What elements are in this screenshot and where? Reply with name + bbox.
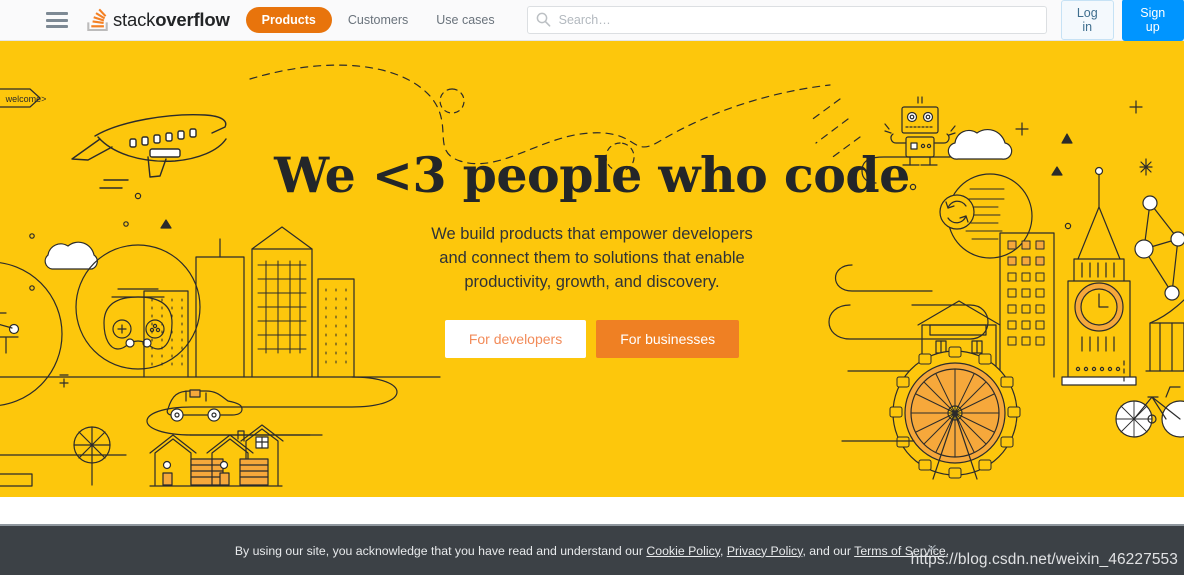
clock-tower-illustration xyxy=(1061,166,1137,386)
airplane-illustration xyxy=(71,114,227,189)
hero-section: welcome> We <3 people who code We build … xyxy=(0,41,1184,497)
hamburger-bar xyxy=(46,18,68,22)
search-input[interactable] xyxy=(526,6,1047,34)
hamburger-bar xyxy=(46,12,68,15)
nav-item-products[interactable]: Products xyxy=(245,7,332,33)
nav-item-customers[interactable]: Customers xyxy=(336,7,420,33)
cookie-sep-2: , and our xyxy=(802,543,855,558)
auth-buttons: Log in Sign up xyxy=(1061,0,1184,41)
bicycle-illustration xyxy=(1115,360,1184,438)
code-tag-label: welcome> xyxy=(5,94,47,104)
logo-text-light: stack xyxy=(113,8,156,30)
for-businesses-button[interactable]: For businesses xyxy=(596,320,740,358)
nav-item-use-cases[interactable]: Use cases xyxy=(424,7,506,33)
tree-illustration xyxy=(73,426,111,486)
primary-nav: Products Customers Use cases xyxy=(245,7,507,33)
hamburger-bar xyxy=(46,25,68,28)
dashed-path-illustration xyxy=(249,64,831,165)
hamburger-icon[interactable] xyxy=(46,12,68,28)
car-illustration xyxy=(166,389,243,422)
cookie-sep-1: , xyxy=(719,543,727,558)
site-logo[interactable]: stackoverflow xyxy=(86,8,230,32)
cloud-right-illustration xyxy=(947,128,1013,160)
sync-circle-illustration xyxy=(939,173,1033,259)
for-developers-button[interactable]: For developers xyxy=(444,320,587,358)
hero-cta-group: For developers For businesses xyxy=(444,320,740,358)
cookie-text-start: By using our site, you acknowledge that … xyxy=(234,543,647,558)
cookie-banner: By using our site, you acknowledge that … xyxy=(0,524,1184,575)
cloud-illustration xyxy=(44,241,98,270)
site-header: stackoverflow Products Customers Use cas… xyxy=(0,0,1184,41)
cookie-banner-text: By using our site, you acknowledge that … xyxy=(235,544,949,558)
login-button[interactable]: Log in xyxy=(1061,0,1114,40)
houses-illustration xyxy=(149,424,284,487)
signup-button[interactable]: Sign up xyxy=(1121,0,1184,41)
desk-circle-illustration xyxy=(0,262,63,406)
logo-text: stackoverflow xyxy=(113,8,230,30)
stack-overflow-logo-icon xyxy=(86,8,108,32)
page-root: stackoverflow Products Customers Use cas… xyxy=(0,0,1184,575)
cookie-text-end: . xyxy=(945,543,950,558)
privacy-policy-link[interactable]: Privacy Policy xyxy=(727,544,803,558)
logo-text-bold: overflow xyxy=(155,8,230,30)
hero-illustration xyxy=(0,64,1184,487)
network-nodes-illustration xyxy=(1134,195,1184,301)
cookie-policy-link[interactable]: Cookie Policy xyxy=(646,544,720,558)
close-icon[interactable]: × xyxy=(927,540,937,557)
search-container xyxy=(526,6,1047,34)
